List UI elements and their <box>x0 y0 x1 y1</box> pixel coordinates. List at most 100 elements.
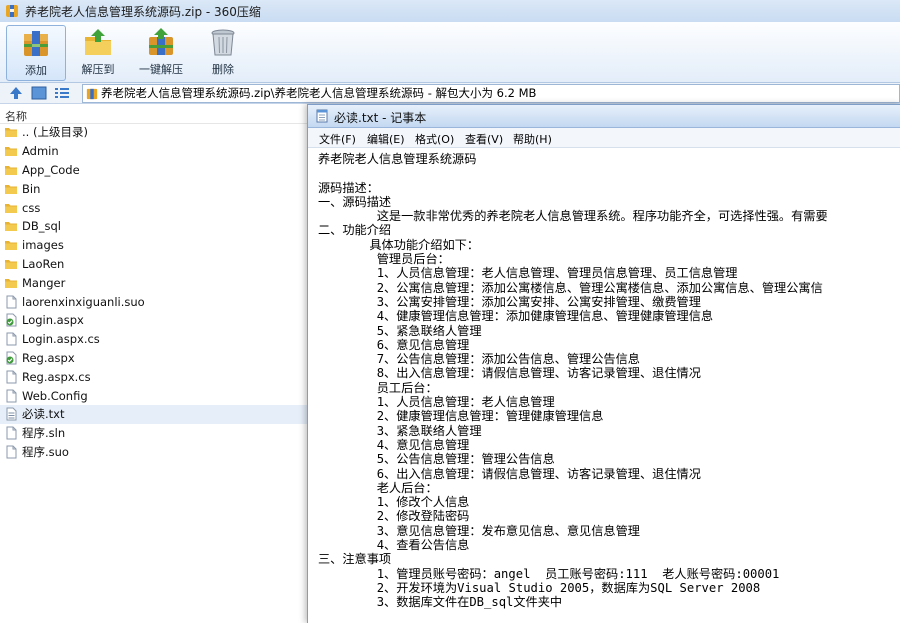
file-icon <box>6 370 17 384</box>
file-name: App_Code <box>22 162 80 177</box>
trash-icon <box>211 29 235 56</box>
file-name: .. (上级目录) <box>22 125 88 140</box>
file-icon <box>6 332 17 346</box>
text-line: 3、紧急联络人管理 <box>318 423 482 438</box>
text-line: 6、出入信息管理：请假信息管理、访客记录管理、退住情况 <box>318 466 701 481</box>
notepad-window[interactable]: 必读.txt - 记事本 文件(F) 编辑(E) 格式(O) 查看(V) 帮助(… <box>307 104 900 623</box>
folder-row[interactable]: DB_sql <box>0 217 308 236</box>
add-button[interactable]: 添加 <box>6 25 66 81</box>
folder-icon <box>5 128 17 138</box>
file-name: Reg.aspx.cs <box>22 369 91 384</box>
path-input[interactable]: 养老院老人信息管理系统源码.zip\养老院老人信息管理系统源码 - 解包大小为 … <box>82 84 900 103</box>
menu-format[interactable]: 格式(O) <box>415 131 454 147</box>
zip-window-title: 养老院老人信息管理系统源码.zip - 360压缩 <box>25 4 261 19</box>
text-line: 5、公告信息管理：管理公告信息 <box>318 452 555 467</box>
text-line: 2、健康管理信息管理：管理健康管理信息 <box>318 409 604 424</box>
one-click-extract-button[interactable]: 一键解压 <box>132 25 190 79</box>
folder-row[interactable]: App_Code <box>0 161 308 180</box>
notepad-menubar: 文件(F) 编辑(E) 格式(O) 查看(V) 帮助(H) <box>308 128 900 148</box>
folder-row[interactable]: css <box>0 198 308 217</box>
file-row[interactable]: Web.Config <box>0 386 308 405</box>
menu-edit[interactable]: 编辑(E) <box>367 131 405 147</box>
list-view-icon[interactable] <box>54 85 70 101</box>
text-line: 1、人员信息管理：老人信息管理 <box>318 395 555 410</box>
text-file-icon <box>6 407 17 421</box>
file-row[interactable]: Reg.aspx <box>0 349 308 368</box>
add-button-label: 添加 <box>25 64 47 77</box>
text-line: 3、意见信息管理：发布意见信息、意见信息管理 <box>318 523 640 538</box>
one-click-extract-label: 一键解压 <box>139 63 183 76</box>
folder-icon <box>5 165 17 175</box>
text-line: 1、修改个人信息 <box>318 495 470 510</box>
notepad-titlebar[interactable]: 必读.txt - 记事本 <box>308 105 900 128</box>
text-line: 管理员后台： <box>318 252 450 267</box>
folder-row[interactable]: LaoRen <box>0 255 308 274</box>
menu-file[interactable]: 文件(F) <box>319 131 356 147</box>
folder-icon <box>5 184 17 194</box>
file-row[interactable]: 程序.sln <box>0 424 308 443</box>
path-text: 养老院老人信息管理系统源码.zip\养老院老人信息管理系统源码 - 解包大小为 … <box>101 86 537 100</box>
file-icon <box>6 295 17 309</box>
name-column-label: 名称 <box>5 110 27 123</box>
zip-file-icon <box>86 88 98 99</box>
folder-row[interactable]: Bin <box>0 179 308 198</box>
zip-app-icon <box>6 5 18 17</box>
text-line: 1、人员信息管理：老人信息管理、管理员信息管理、员工信息管理 <box>318 266 738 281</box>
text-line: 一、源码描述 <box>318 194 392 209</box>
text-line: 这是一款非常优秀的养老院老人信息管理系统。程序功能齐全，可选择性强。有需要 <box>318 209 828 224</box>
zip-window-titlebar[interactable]: 养老院老人信息管理系统源码.zip - 360压缩 <box>0 0 900 23</box>
up-arrow-icon[interactable] <box>8 85 24 101</box>
menu-help[interactable]: 帮助(H) <box>513 131 552 147</box>
file-name: Admin <box>22 144 59 159</box>
folder-row[interactable]: .. (上级目录) <box>0 123 308 142</box>
menu-view[interactable]: 查看(V) <box>465 131 503 147</box>
file-row[interactable]: laorenxinxiguanli.suo <box>0 292 308 311</box>
one-click-extract-icon <box>149 28 173 55</box>
text-line: 三、注意事项 <box>318 552 392 567</box>
text-line: 3、公寓安排管理：添加公寓安排、公寓安排管理、缴费管理 <box>318 294 701 309</box>
delete-button[interactable]: 删除 <box>194 25 252 79</box>
text-line: 4、查看公告信息 <box>318 538 470 553</box>
text-line: 1、管理员账号密码：angel 员工账号密码:111 老人账号密码:00001 <box>318 566 780 581</box>
file-name: 程序.suo <box>22 444 69 459</box>
file-list: .. (上级目录) Admin App_Code Bin css DB_sqlimages… <box>0 123 308 461</box>
text-line: 2、开发环境为Visual Studio 2005，数据库为SQL Server… <box>318 580 761 595</box>
aspx-file-icon <box>6 313 17 327</box>
file-name: images <box>22 238 64 253</box>
file-row[interactable]: Reg.aspx.cs <box>0 367 308 386</box>
text-line: 3、数据库文件在DB_sql文件夹中 <box>318 595 563 610</box>
file-name: Login.aspx <box>22 313 84 328</box>
archive-add-icon <box>24 31 48 56</box>
text-line: 员工后台： <box>318 380 438 395</box>
file-row[interactable]: Login.aspx <box>0 311 308 330</box>
zip-toolbar: 添加 解压到 一键解压 删除 <box>0 22 900 83</box>
file-name: Web.Config <box>22 388 88 403</box>
folder-row[interactable]: Manger <box>0 273 308 292</box>
name-column-header[interactable]: 名称 <box>0 105 308 124</box>
text-line: 4、意见信息管理 <box>318 437 470 452</box>
folder-icon <box>5 147 17 157</box>
file-row[interactable]: 必读.txt <box>0 404 308 424</box>
text-line: 4、健康管理信息管理：添加健康管理信息、管理健康管理信息 <box>318 309 714 324</box>
file-name: laorenxinxiguanli.suo <box>22 294 145 309</box>
text-line: 8、出入信息管理：请假信息管理、访客记录管理、退住情况 <box>318 366 701 381</box>
folder-icon <box>5 203 17 213</box>
text-line: 7、公告信息管理：添加公告信息、管理公告信息 <box>318 352 640 367</box>
notepad-text-area[interactable]: 养老院老人信息管理系统源码 源码描述： 一、源码描述 这是一款非常优秀的养老院老人信… <box>318 152 898 622</box>
text-line: 2、公寓信息管理：添加公寓楼信息、管理公寓楼信息、添加公寓信息、管理公寓信 <box>318 280 823 295</box>
folder-row[interactable]: images <box>0 236 308 255</box>
notepad-icon <box>316 109 328 123</box>
text-line: 养老院老人信息管理系统源码 <box>318 152 477 166</box>
folder-icon <box>5 241 17 251</box>
folder-icon <box>5 222 17 232</box>
thumbnail-view-icon[interactable] <box>31 85 47 101</box>
text-line: 5、紧急联络人管理 <box>318 323 482 338</box>
extract-to-button[interactable]: 解压到 <box>69 25 127 79</box>
folder-row[interactable]: Admin <box>0 142 308 161</box>
text-line: 源码描述： <box>318 180 379 195</box>
file-row[interactable]: 程序.suo <box>0 443 308 462</box>
file-row[interactable]: Login.aspx.cs <box>0 330 308 349</box>
folder-icon <box>5 278 17 288</box>
address-bar: 养老院老人信息管理系统源码.zip\养老院老人信息管理系统源码 - 解包大小为 … <box>0 83 900 104</box>
notepad-title: 必读.txt - 记事本 <box>334 111 427 125</box>
